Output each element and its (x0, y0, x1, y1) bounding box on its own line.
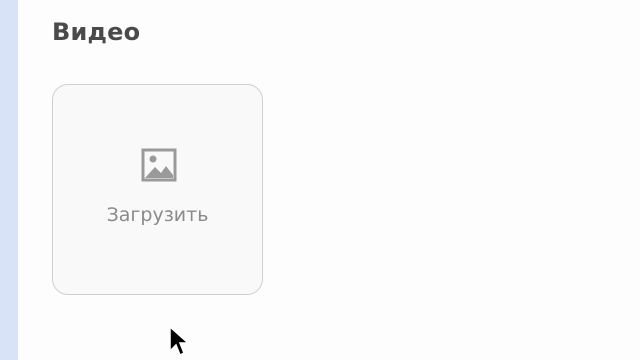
left-accent-strip (0, 0, 18, 360)
section-title: Видео (52, 18, 141, 46)
image-icon (141, 148, 177, 182)
upload-video-button[interactable]: Загрузить (52, 84, 263, 295)
video-upload-panel: Видео Загрузить (0, 0, 640, 360)
mouse-pointer-icon (169, 326, 190, 357)
upload-label: Загрузить (106, 204, 209, 226)
